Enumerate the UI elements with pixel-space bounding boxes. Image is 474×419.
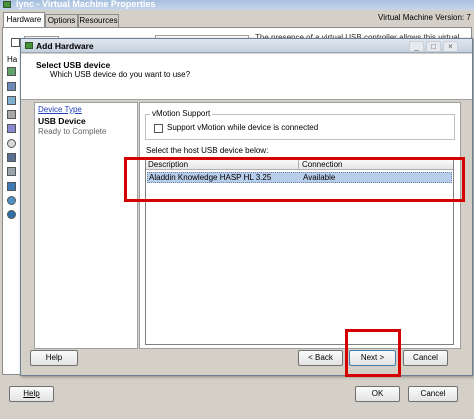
step-device-type[interactable]: Device Type bbox=[38, 105, 82, 114]
outer-checkbox[interactable] bbox=[11, 38, 20, 47]
vmci-device-icon[interactable] bbox=[7, 110, 16, 119]
floppy-drive-icon[interactable] bbox=[7, 153, 16, 162]
video-card-icon[interactable] bbox=[7, 96, 16, 105]
dialog-cancel-button[interactable]: Cancel bbox=[403, 350, 448, 366]
device-highlight-box bbox=[124, 157, 465, 202]
header-title: Select USB device bbox=[36, 60, 111, 70]
network-adapter-icon[interactable] bbox=[7, 182, 16, 191]
header-subtitle: Which USB device do you want to use? bbox=[50, 70, 191, 79]
host-device-label: Select the host USB device below: bbox=[146, 146, 269, 155]
dialog-title: Add Hardware bbox=[36, 41, 94, 51]
wizard-content-pane: vMotion Support Support vMotion while de… bbox=[139, 102, 461, 349]
cd-dvd-drive-icon[interactable] bbox=[7, 139, 16, 148]
hardware-list-header: Ha bbox=[7, 55, 18, 64]
outer-window-title: lync - Virtual Machine Properties bbox=[16, 0, 156, 9]
tab-options[interactable]: Options bbox=[45, 14, 78, 27]
hardware-list: Ha bbox=[6, 55, 18, 221]
outer-title-bar: lync - Virtual Machine Properties bbox=[0, 0, 474, 10]
wizard-steps-pane: Device Type USB Device Ready to Complete bbox=[34, 102, 138, 349]
dialog-header: Select USB device Which USB device do yo… bbox=[21, 54, 472, 100]
dialog-maximize-button[interactable]: □ bbox=[426, 41, 441, 52]
next-button-highlight-box bbox=[345, 329, 401, 377]
outer-tabs: Hardware Options Resources Virtual Machi… bbox=[0, 11, 474, 27]
hard-disk-icon[interactable] bbox=[7, 167, 16, 176]
vm-version-label: Virtual Machine Version: 7 bbox=[378, 13, 471, 22]
minimize-icon: _ bbox=[414, 42, 419, 51]
outer-ok-button[interactable]: OK bbox=[355, 386, 400, 402]
tab-hardware[interactable]: Hardware bbox=[3, 12, 45, 27]
dialog-close-button[interactable]: × bbox=[443, 41, 458, 52]
step-usb-device: USB Device bbox=[38, 116, 86, 126]
vmotion-checkbox-label: Support vMotion while device is connecte… bbox=[167, 123, 319, 132]
step-ready-to-complete: Ready to Complete bbox=[38, 127, 107, 136]
outer-button-bar: Help OK Cancel bbox=[0, 375, 474, 419]
usb-device-icon[interactable] bbox=[7, 210, 16, 219]
add-hardware-dialog: Add Hardware _ □ × Select USB device Whi… bbox=[20, 38, 473, 376]
scsi-controller-icon[interactable] bbox=[7, 124, 16, 133]
cpu-icon[interactable] bbox=[7, 82, 16, 91]
usb-controller-icon[interactable] bbox=[7, 196, 16, 205]
close-icon: × bbox=[448, 42, 453, 51]
memory-icon[interactable] bbox=[7, 67, 16, 76]
vm-icon bbox=[3, 1, 11, 8]
tab-resources[interactable]: Resources bbox=[78, 14, 119, 27]
dialog-help-button[interactable]: Help bbox=[30, 350, 78, 366]
maximize-icon: □ bbox=[431, 42, 436, 51]
dialog-title-bar: Add Hardware _ □ × bbox=[21, 39, 472, 53]
vmotion-checkbox[interactable] bbox=[154, 124, 163, 133]
outer-help-button[interactable]: Help bbox=[9, 386, 54, 402]
dialog-icon bbox=[25, 42, 33, 49]
back-button[interactable]: < Back bbox=[298, 350, 343, 366]
vmotion-group: vMotion Support Support vMotion while de… bbox=[145, 109, 455, 140]
vmotion-group-label: vMotion Support bbox=[150, 109, 213, 118]
outer-cancel-button[interactable]: Cancel bbox=[408, 386, 458, 402]
dialog-minimize-button[interactable]: _ bbox=[409, 41, 424, 52]
